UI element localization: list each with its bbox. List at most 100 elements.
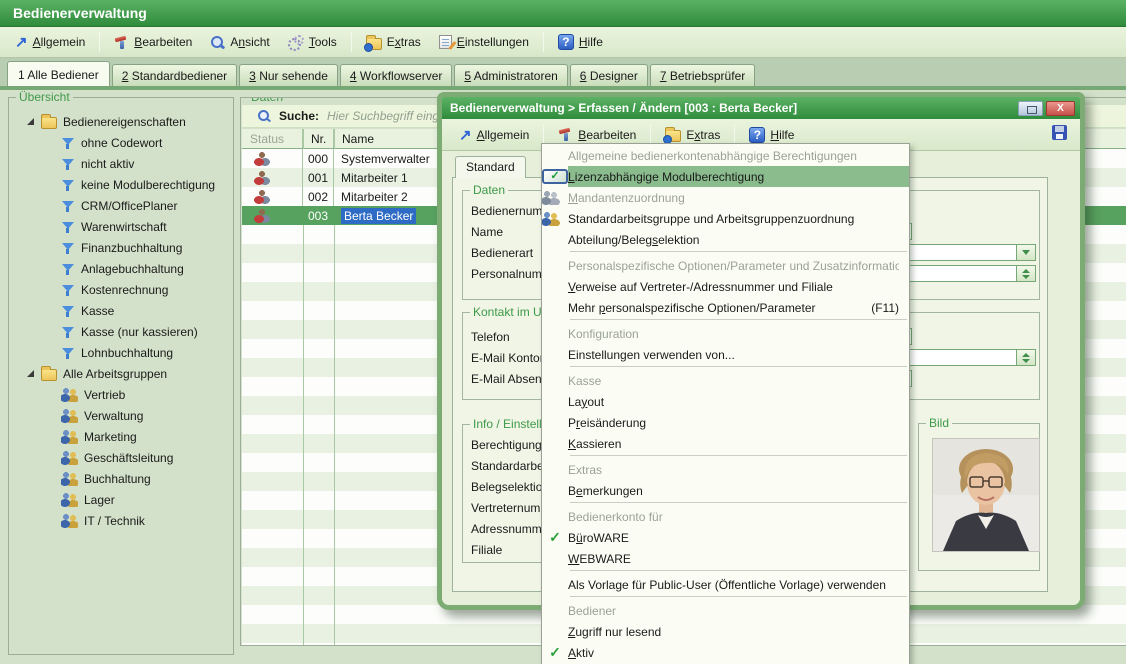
menubar-item-label: Allgemein xyxy=(33,35,86,49)
menu-item[interactable]: Lizenzabhängige Modulberechtigung xyxy=(542,166,909,187)
row-number: 001 xyxy=(303,168,334,187)
menu-item[interactable]: Kassieren xyxy=(542,433,909,454)
dialog-menubar-item[interactable]: Bearbeiten xyxy=(549,124,645,145)
dialog-menubar-item-label: Extras xyxy=(686,128,720,142)
view-tab[interactable]: 7 Betriebsprüfer xyxy=(650,64,755,86)
user-photo xyxy=(932,438,1040,552)
menu-item: Personalspezifische Optionen/Parameter u… xyxy=(542,255,909,276)
tree-item[interactable]: Bedienereigenschaften xyxy=(9,111,233,132)
view-tab[interactable]: 5 Administratoren xyxy=(454,64,567,86)
tree-item[interactable]: Anlagebuchhaltung xyxy=(9,258,233,279)
menu-item[interactable]: Mehr personalspezifische Optionen/Parame… xyxy=(542,297,909,318)
menu-item[interactable]: Preisänderung xyxy=(542,412,909,433)
menu-item[interactable]: Aktiv xyxy=(542,642,909,663)
search-icon xyxy=(258,110,271,123)
menu-item[interactable]: Bemerkungen xyxy=(542,480,909,501)
tree-item[interactable]: Alle Arbeitsgruppen xyxy=(9,363,233,384)
menubar-item-label: Extras xyxy=(387,35,421,49)
menu-item[interactable]: Zugriff nur lesend xyxy=(542,621,909,642)
field-label: Berechtigung xyxy=(471,438,546,452)
field-button[interactable] xyxy=(1016,350,1035,365)
tree-item-label: Alle Arbeitsgruppen xyxy=(63,367,167,381)
field-label: Name xyxy=(471,225,546,239)
menu-item-label: Bedienerkonto für xyxy=(568,510,899,524)
tree-item-icon xyxy=(61,304,75,318)
tree-item-label: Warenwirtschaft xyxy=(81,220,167,234)
menu-item[interactable]: Standardarbeitsgruppe und Arbeitsgruppen… xyxy=(542,208,909,229)
menu-item[interactable]: Verweise auf Vertreter-/Adressnummer und… xyxy=(542,276,909,297)
tree-item[interactable]: Lager xyxy=(9,489,233,510)
menubar-item xyxy=(543,32,544,52)
menu-item[interactable]: BüroWARE xyxy=(542,527,909,548)
tree-item[interactable]: nicht aktiv xyxy=(9,153,233,174)
tree-item-label: Bedienereigenschaften xyxy=(63,115,186,129)
tree-item[interactable]: Finanzbuchhaltung xyxy=(9,237,233,258)
menu-item xyxy=(570,570,907,573)
dialog-menubar-item-label: Bearbeiten xyxy=(578,128,636,142)
column-header-status[interactable]: Status xyxy=(242,129,303,148)
menu-item[interactable]: Als Vorlage für Public-User (Öffentliche… xyxy=(542,574,909,595)
menu-item-icon xyxy=(542,169,568,184)
restore-button[interactable] xyxy=(1018,101,1043,116)
bearbeiten-dropdown-menu: Allgemeine bedienerkontenabhängige Berec… xyxy=(541,143,910,664)
tree-item[interactable]: CRM/OfficePlaner xyxy=(9,195,233,216)
dialog-menubar-item[interactable]: Extras xyxy=(656,124,729,145)
menubar-item[interactable]: Bearbeiten xyxy=(105,32,201,53)
tree-item[interactable]: Kostenrechnung xyxy=(9,279,233,300)
menu-item[interactable]: Einstellungen verwenden von... xyxy=(542,344,909,365)
tree-item[interactable]: ohne Codewort xyxy=(9,132,233,153)
menubar-item[interactable]: Ansicht xyxy=(201,32,278,53)
field-label: Vertreternum xyxy=(471,501,546,515)
tree-item[interactable]: Lohnbuchhaltung xyxy=(9,342,233,363)
menu-item[interactable]: Abteilung/Belegselektion xyxy=(542,229,909,250)
window-title: Bedienerverwaltung xyxy=(13,5,147,21)
row-number: 003 xyxy=(303,206,334,225)
view-tab[interactable]: 1 Alle Bediener xyxy=(7,61,110,86)
tree-item[interactable]: Verwaltung xyxy=(9,405,233,426)
tree-item-label: Lager xyxy=(84,493,115,507)
tree-item-icon xyxy=(61,241,75,255)
field-label: E-Mail Konton xyxy=(471,351,546,365)
view-tab[interactable]: 6 Designer xyxy=(570,64,648,86)
tree-item[interactable]: keine Modulberechtigung xyxy=(9,174,233,195)
menu-item[interactable]: WEBWARE xyxy=(542,548,909,569)
menubar-item-icon xyxy=(366,38,382,50)
menu-item-label: Zugriff nur lesend xyxy=(568,625,899,639)
field-button[interactable] xyxy=(1016,245,1035,260)
tree-item[interactable]: Warenwirtschaft xyxy=(9,216,233,237)
tree-item[interactable]: IT / Technik xyxy=(9,510,233,531)
menubar-item[interactable]: Einstellungen xyxy=(430,32,538,52)
menu-item[interactable]: Layout xyxy=(542,391,909,412)
view-tab[interactable]: 3 Nur sehende xyxy=(239,64,338,86)
daten-legend: Daten xyxy=(248,97,286,104)
column-header-nr[interactable]: Nr. xyxy=(303,129,334,148)
menubar-item[interactable]: Extras xyxy=(357,32,430,53)
view-tab[interactable]: 2 Standardbediener xyxy=(112,64,237,86)
dialog-menubar-item[interactable]: Allgemein xyxy=(450,123,538,147)
tab-standard[interactable]: Standard xyxy=(455,156,526,178)
menu-item-label: Extras xyxy=(568,463,899,477)
menubar-item[interactable]: Allgemein xyxy=(6,30,94,54)
close-button[interactable]: X xyxy=(1046,101,1075,116)
save-icon[interactable] xyxy=(1052,125,1067,140)
tree-item[interactable]: Kasse (nur kassieren) xyxy=(9,321,233,342)
tree-item[interactable]: Buchhaltung xyxy=(9,468,233,489)
dialog-titlebar[interactable]: Bedienerverwaltung > Erfassen / Ändern [… xyxy=(442,97,1080,119)
tree-item[interactable]: Kasse xyxy=(9,300,233,321)
user-status-icon xyxy=(253,189,270,204)
menu-item-label: Lizenzabhängige Modulberechtigung xyxy=(568,170,899,184)
menu-item-label: Als Vorlage für Public-User (Öffentliche… xyxy=(568,578,899,592)
field-button[interactable] xyxy=(1016,266,1035,281)
field-label: Filiale xyxy=(471,543,546,557)
field-label: Bedienernumm xyxy=(471,204,546,218)
menubar-item[interactable]: Tools xyxy=(279,32,346,53)
menu-item[interactable]: Mandantenzuordnung xyxy=(542,187,909,208)
view-tab[interactable]: 4 Workflowserver xyxy=(340,64,452,86)
tree-item[interactable]: Marketing xyxy=(9,426,233,447)
tree-item[interactable]: Geschäftsleitung xyxy=(9,447,233,468)
window-titlebar[interactable]: Bedienerverwaltung xyxy=(0,0,1126,27)
tree-item[interactable]: Vertrieb xyxy=(9,384,233,405)
menubar-item[interactable]: Hilfe xyxy=(549,31,612,53)
menu-item-shortcut: (F11) xyxy=(871,301,899,315)
menu-item-label: WEBWARE xyxy=(568,552,899,566)
